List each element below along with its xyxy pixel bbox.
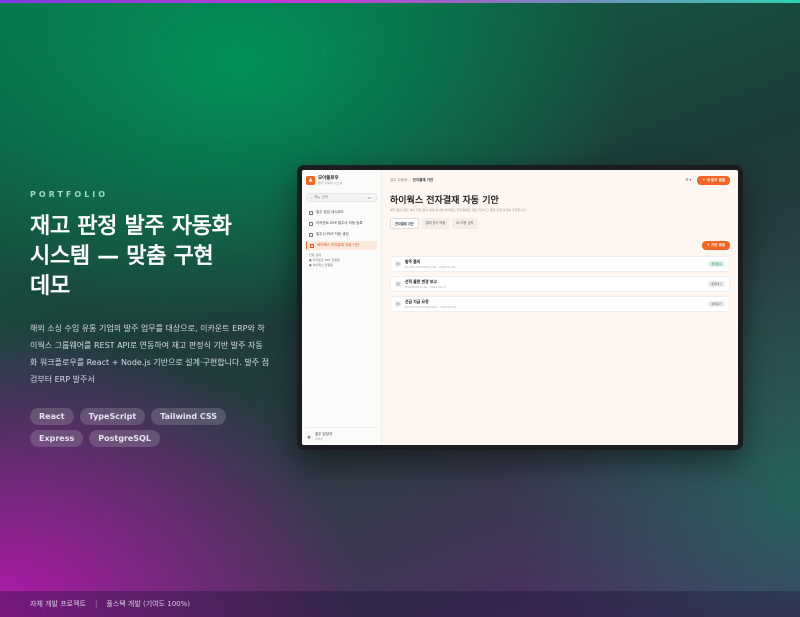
breadcrumb-root[interactable]: 발주 자동화 [390, 178, 407, 183]
tab-bar: 전자결재 기안 결재 양식 매핑 ID 자동 입력 [390, 218, 730, 229]
approval-icon [310, 243, 314, 248]
app-brand: ▲ 모아플로우 발주 자동화 시스템 [306, 175, 377, 185]
breadcrumb-current: 전자결재 기안 [412, 177, 434, 182]
sidebar-nav: 발주 점검 대시보드 이카운트 ERP 발주서 자동 등록 발주서 PDF 자동… [306, 208, 377, 250]
integration-status: 연동 상태 ● 이카운트 ERP 연결됨 ● 하이웍스 연결됨 [306, 253, 377, 268]
doc-meta: PO-HW-20250926-001 · 2025.09.26 [405, 265, 456, 269]
brand-subtitle: 발주 자동화 시스템 [318, 181, 342, 185]
sidebar-item-approval[interactable]: 하이웍스 전자결재 자동 기안 [306, 241, 377, 250]
page-title: 하이웍스 전자결재 자동 기안 [390, 196, 499, 206]
doc-meta: PI-20250927-01 · 2025.09.27 [405, 285, 447, 289]
document-icon: ▤ [395, 261, 401, 267]
tech-tag: Tailwind CSS [151, 408, 227, 425]
doc-meta: PO-OUT-20250928-019 · 2025.09.28 [405, 305, 457, 309]
tech-tag: React [30, 408, 74, 425]
menu-search-input[interactable]: ⌕ 메뉴 검색 ⌘K [306, 193, 377, 202]
tab-form-mapping[interactable]: 결재 양식 매핑 [421, 218, 450, 229]
document-icon: ▤ [395, 281, 401, 287]
integration-status-item: ● 하이웍스 연결됨 [309, 263, 333, 267]
app-topbar: 발주 자동화 › 전자결재 기안 ☰ ▾ + 새 발주 점검 [390, 175, 730, 185]
tech-tags: React TypeScript Tailwind CSS Express Po… [30, 408, 250, 447]
app-screen: ▲ 모아플로우 발주 자동화 시스템 ⌕ 메뉴 검색 ⌘K 발주 점검 대시보드 [302, 170, 738, 445]
link-icon [309, 221, 313, 226]
sidebar-item-label: 발주서 PDF 자동 생성 [316, 232, 349, 236]
hero-title: 재고 판정 발주 자동화 시스템 — 맞춤 구현 데모 [30, 214, 232, 299]
device-mockup: ▲ 모아플로우 발주 자동화 시스템 ⌕ 메뉴 검색 ⌘K 발주 점검 대시보드 [297, 165, 743, 450]
hero-description: 해외 소싱 수입 유통 기업의 발주 업무를 대상으로, 이카운트 ERP와 하… [30, 324, 270, 384]
avatar: ● [306, 433, 312, 440]
approval-doc-list: ▤ 발주 품의 PO-HW-20250926-001 · 2025.09.26 … [390, 256, 730, 316]
status-badge: 결재완료 [707, 261, 725, 267]
list-item[interactable]: ▤ 발주 품의 PO-HW-20250926-001 · 2025.09.26 … [390, 256, 730, 272]
sidebar-item-label: 하이웍스 전자결재 자동 기안 [317, 243, 359, 247]
app-main: 발주 자동화 › 전자결재 기안 ☰ ▾ + 새 발주 점검 하이웍스 전자결재… [382, 170, 738, 445]
tech-tag: Express [30, 430, 84, 447]
list-item[interactable]: ▤ 선금 지급 요청 PO-OUT-20250928-019 · 2025.09… [390, 296, 730, 312]
footer-project-type: 자체 개발 프로젝트 [30, 600, 86, 608]
search-placeholder: 메뉴 검색 [313, 195, 328, 199]
tab-approval-draft[interactable]: 전자결재 기안 [390, 218, 419, 229]
top-accent-line [0, 0, 800, 3]
status-badge: 결재대기 [707, 301, 725, 307]
new-check-button[interactable]: + 새 발주 점검 [697, 175, 730, 185]
tab-id-autofill[interactable]: ID 자동 입력 [452, 218, 478, 229]
sidebar-item-pdf[interactable]: 발주서 PDF 자동 생성 [306, 230, 377, 239]
document-icon: ▤ [395, 301, 401, 307]
menu-toggle-icon[interactable]: ☰ ▾ [685, 178, 691, 182]
list-item[interactable]: ▤ 선적 물량 변경 보고 PI-20250927-01 · 2025.09.2… [390, 276, 730, 292]
sidebar-item-erp[interactable]: 이카운트 ERP 발주서 자동 등록 [306, 219, 377, 228]
search-icon: ⌕ [310, 195, 312, 200]
footer-separator: | [94, 600, 98, 608]
document-icon [309, 232, 313, 237]
sidebar-item-dashboard[interactable]: 발주 점검 대시보드 [306, 208, 377, 217]
create-draft-button[interactable]: + 기안 생성 [701, 241, 730, 250]
hero-section: PORTFOLIO 재고 판정 발주 자동화 시스템 — 맞춤 구현 데모 해외… [30, 190, 270, 447]
page-footer: 자체 개발 프로젝트 | 풀스택 개발 (기여도 100%) [0, 591, 800, 617]
user-profile[interactable]: ● 발주 담당자 관리자 [306, 427, 378, 441]
status-badge: 결재대기 [707, 281, 725, 287]
page-description: 발주 품의·법인 경비 지급 품의 결재 문서를 하이웍스 전자결재로 자동 기… [390, 208, 527, 212]
tech-tag: TypeScript [79, 408, 146, 425]
dashboard-icon [309, 210, 313, 215]
footer-role: 풀스택 개발 (기여도 100%) [106, 600, 191, 608]
app-sidebar: ▲ 모아플로우 발주 자동화 시스템 ⌕ 메뉴 검색 ⌘K 발주 점검 대시보드 [302, 170, 382, 445]
brand-logo-icon: ▲ [306, 175, 315, 185]
sidebar-item-label: 발주 점검 대시보드 [316, 210, 344, 214]
breadcrumb-separator: › [409, 178, 411, 182]
eyebrow-label: PORTFOLIO [30, 190, 109, 199]
user-role: 관리자 [315, 437, 323, 441]
tech-tag: PostgreSQL [89, 430, 160, 447]
sidebar-item-label: 이카운트 ERP 발주서 자동 등록 [316, 221, 363, 225]
search-shortcut: ⌘K [366, 195, 373, 200]
